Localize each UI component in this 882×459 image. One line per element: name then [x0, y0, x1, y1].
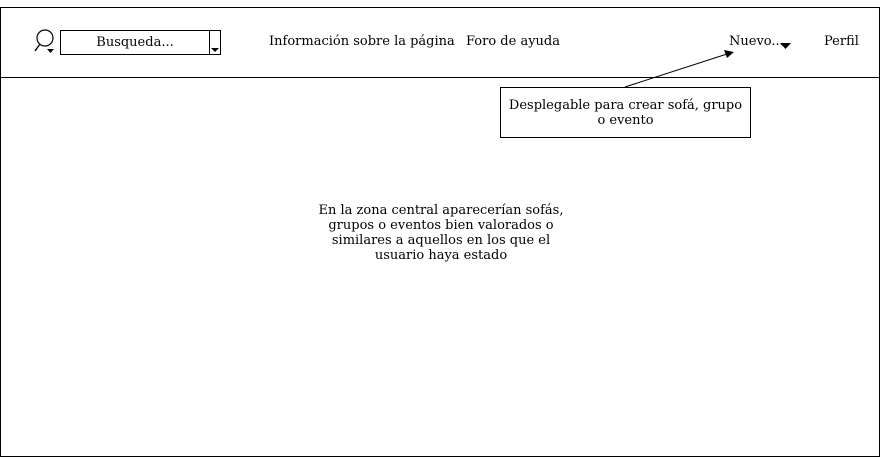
dropdown-annotation: Desplegable para crear sofá, grupo o eve… [500, 87, 751, 138]
chevron-down-icon[interactable] [210, 40, 220, 54]
nav-info-link[interactable]: Información sobre la página [269, 34, 455, 50]
search-input[interactable]: Busqueda... [60, 30, 221, 55]
dropdown-annotation-text: Desplegable para crear sofá, grupo o eve… [508, 97, 743, 128]
chevron-down-icon[interactable] [780, 43, 791, 49]
search-placeholder: Busqueda... [96, 35, 174, 50]
search-icon[interactable] [33, 28, 59, 56]
main-content-note: En la zona central aparecerían sofás, gr… [318, 203, 564, 263]
profile-link[interactable]: Perfil [824, 34, 859, 50]
header-divider [0, 77, 880, 78]
new-dropdown-button[interactable]: Nuevo... [729, 34, 784, 50]
nav-forum-link[interactable]: Foro de ayuda [466, 34, 560, 50]
